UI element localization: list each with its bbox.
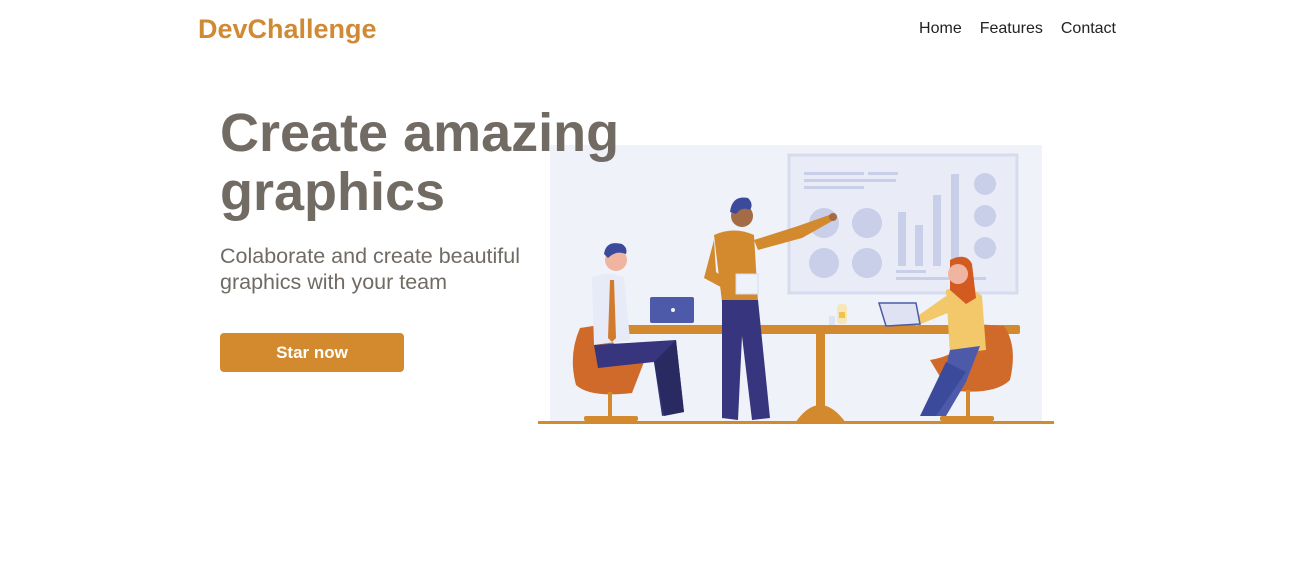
cup <box>829 316 835 325</box>
hero-title: Create amazing graphics <box>220 103 620 222</box>
start-now-button[interactable]: Star now <box>220 333 404 372</box>
top-nav: Home Features Contact <box>919 19 1116 39</box>
nav-contact-link[interactable]: Contact <box>1061 19 1116 39</box>
hero-subtitle: Colaborate and create beautiful graphics… <box>220 244 521 294</box>
landing-page: DevChallenge Home Features Contact Creat… <box>0 0 1293 566</box>
logo[interactable]: DevChallenge <box>198 12 377 46</box>
nav-features-link[interactable]: Features <box>980 19 1043 39</box>
nav-home-link[interactable]: Home <box>919 19 962 39</box>
